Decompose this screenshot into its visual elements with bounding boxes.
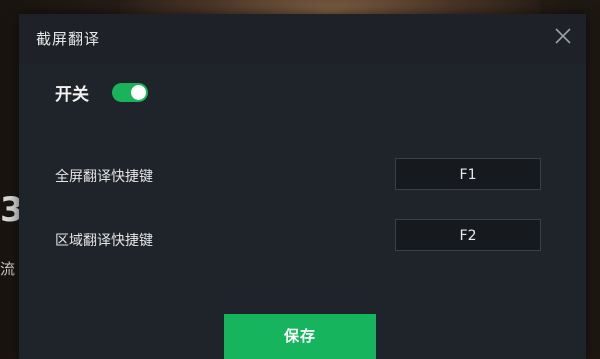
dialog-title: 截屏翻译 xyxy=(36,30,101,48)
save-button[interactable]: 保存 xyxy=(224,314,376,359)
background-text-fragment-2: 流 xyxy=(0,260,16,278)
toggle-label: 开关 xyxy=(55,85,89,105)
toggle-knob xyxy=(131,85,146,100)
background-text-fragment: 3 xyxy=(0,190,24,230)
region-shortcut-input[interactable]: F2 xyxy=(395,219,541,251)
enable-toggle[interactable] xyxy=(112,83,148,102)
fullscreen-shortcut-input[interactable]: F1 xyxy=(395,158,541,190)
close-icon[interactable] xyxy=(553,26,573,46)
fullscreen-shortcut-label: 全屏翻译快捷键 xyxy=(55,169,153,185)
region-shortcut-label: 区域翻译快捷键 xyxy=(55,233,153,249)
screenshot-translate-dialog: 截屏翻译 开关 全屏翻译快捷键 F1 区域翻译快捷键 F2 保存 xyxy=(19,14,586,359)
